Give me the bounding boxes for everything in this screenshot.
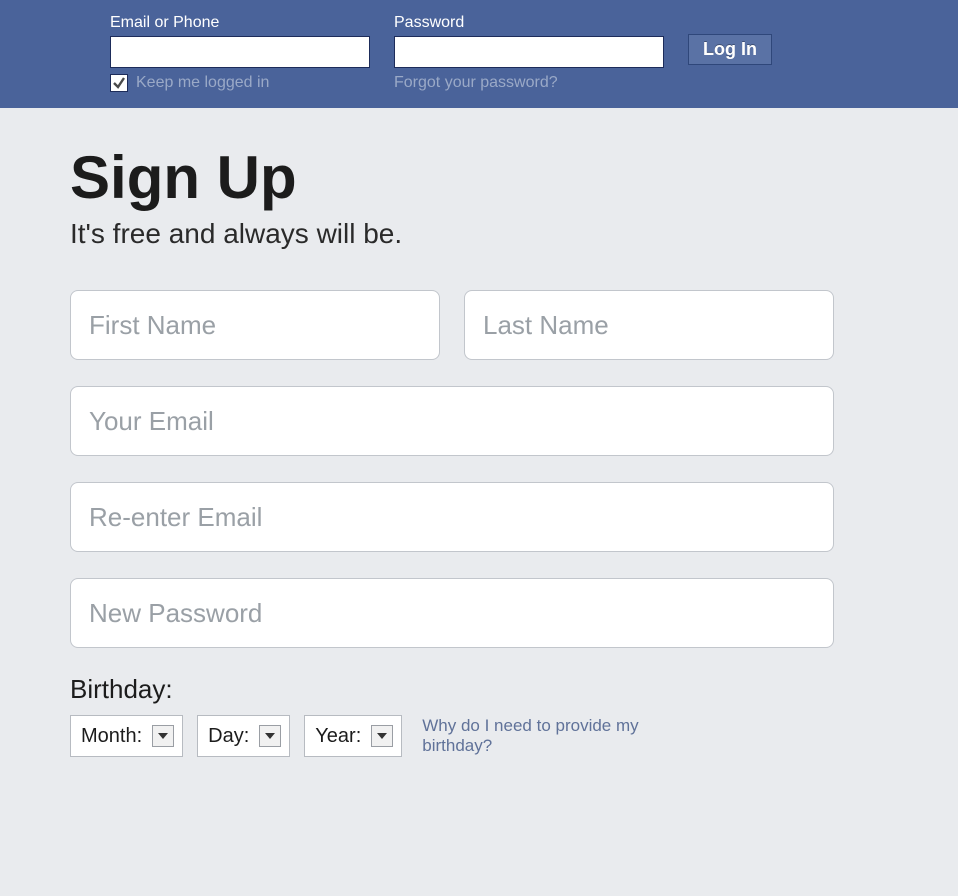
- birthday-month-select[interactable]: Month:: [70, 715, 183, 757]
- signup-form: Sign Up It's free and always will be. Bi…: [0, 108, 860, 757]
- first-name-input[interactable]: [70, 290, 440, 360]
- signup-subtitle: It's free and always will be.: [70, 218, 860, 250]
- new-password-input[interactable]: [70, 578, 834, 648]
- birthday-year-select[interactable]: Year:: [304, 715, 402, 757]
- day-select-label: Day:: [208, 725, 249, 748]
- birthday-day-select[interactable]: Day:: [197, 715, 290, 757]
- keep-logged-checkbox[interactable]: [110, 74, 128, 92]
- keep-logged-label[interactable]: Keep me logged in: [136, 74, 269, 92]
- login-header: Email or Phone Keep me logged in Passwor…: [0, 0, 958, 108]
- birthday-label: Birthday:: [70, 674, 860, 705]
- year-select-label: Year:: [315, 725, 361, 748]
- login-password-column: Password Forgot your password?: [394, 14, 664, 92]
- chevron-down-icon: [259, 725, 281, 747]
- birthday-row: Month: Day: Year: Why do I need to provi…: [70, 715, 860, 757]
- email-label: Email or Phone: [110, 14, 370, 32]
- signup-title: Sign Up: [70, 148, 860, 208]
- email-input[interactable]: [110, 36, 370, 68]
- why-birthday-link[interactable]: Why do I need to provide my birthday?: [422, 716, 702, 757]
- check-icon: [112, 76, 126, 90]
- password-input[interactable]: [394, 36, 664, 68]
- chevron-down-icon: [371, 725, 393, 747]
- reenter-email-input[interactable]: [70, 482, 834, 552]
- login-button[interactable]: Log In: [688, 34, 772, 65]
- email-signup-input[interactable]: [70, 386, 834, 456]
- chevron-down-icon: [152, 725, 174, 747]
- forgot-password-link[interactable]: Forgot your password?: [394, 74, 558, 91]
- month-select-label: Month:: [81, 725, 142, 748]
- last-name-input[interactable]: [464, 290, 834, 360]
- login-email-column: Email or Phone Keep me logged in: [110, 14, 370, 92]
- password-label: Password: [394, 14, 664, 32]
